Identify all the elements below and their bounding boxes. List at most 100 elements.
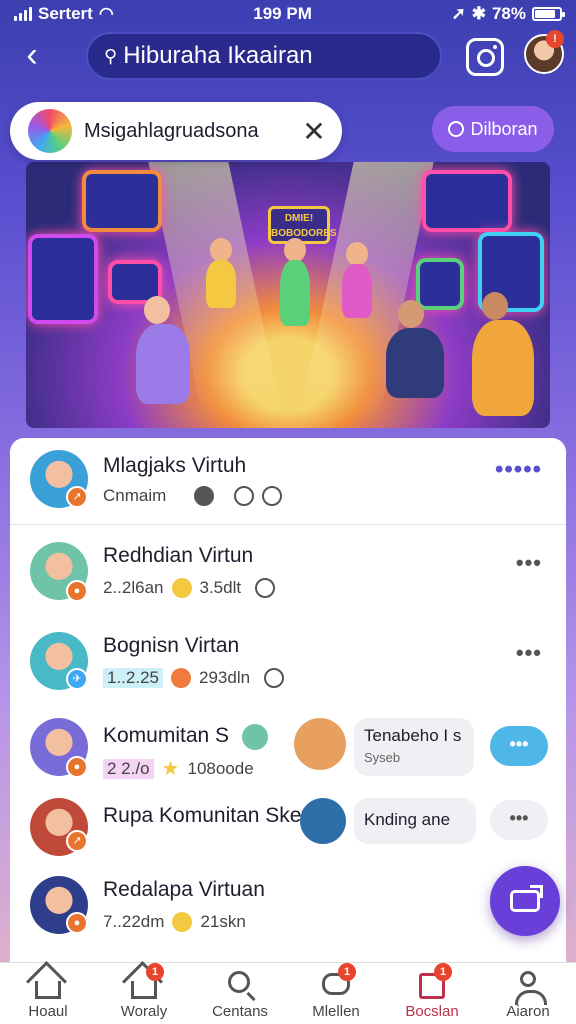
more-menu[interactable]: •••	[516, 640, 542, 666]
nav-label: Aiaron	[506, 1003, 550, 1020]
header: ‹ ⚲ !	[0, 30, 576, 84]
emoji-icon	[171, 578, 192, 598]
more-button[interactable]: •••	[490, 726, 548, 766]
book-icon: 1	[414, 963, 452, 1001]
more-menu[interactable]: •••	[516, 550, 542, 576]
carrier-label: Sertert	[38, 4, 93, 23]
row-title: Redalapa Virtuan	[103, 878, 265, 901]
person-head	[144, 296, 170, 324]
dancer	[280, 260, 310, 326]
search-bar[interactable]: ⚲	[86, 32, 442, 80]
bubble-title: Knding ane	[364, 810, 451, 829]
avatar-badge: ●	[66, 756, 88, 778]
person	[472, 320, 534, 416]
dancer-head	[284, 238, 306, 262]
person-head	[482, 292, 508, 320]
avatar-badge: ●	[66, 580, 88, 602]
bubble-title: Tenabeho I s	[364, 726, 462, 745]
star-icon: ★	[161, 758, 180, 780]
neon-screen	[416, 258, 464, 310]
video-icon	[510, 885, 543, 912]
nav-search[interactable]: Centans	[192, 963, 288, 1024]
nav-label: Mlellen	[312, 1003, 360, 1020]
notification-badge: !	[546, 30, 564, 48]
info-icon	[264, 668, 285, 688]
row-title: Redhdian Virtun	[103, 544, 254, 567]
dancer-head	[210, 238, 232, 262]
avatar-badge: ↗	[66, 486, 88, 508]
nav-profile[interactable]: Aiaron	[480, 963, 576, 1024]
discover-button[interactable]: Dilboran	[432, 106, 554, 152]
bluetooth-icon: ✱	[471, 4, 486, 23]
neon-screen	[422, 170, 512, 232]
group-icon	[242, 724, 268, 750]
avatar-badge: ✈	[66, 668, 88, 690]
row-title: Rupa Komunitan Sket	[103, 804, 308, 827]
person	[386, 328, 444, 398]
meta-count: 21skn	[200, 912, 246, 931]
search-icon: ⚲	[104, 45, 118, 66]
hero-banner[interactable]: DMIE! BOBODORES	[26, 162, 550, 428]
wifi-icon: ◠	[98, 4, 114, 23]
community-chip[interactable]: Msigahlagruadsona ✕	[10, 102, 342, 160]
nav-label: Bocslan	[405, 1003, 459, 1020]
message-bubble[interactable]: Tenabeho I s Syseb	[354, 718, 474, 776]
dancer	[206, 260, 236, 308]
chip-label: Msigahlagruadsona	[84, 119, 259, 142]
row-meta: 2..2l6an 3.5dlt	[103, 578, 276, 598]
meta-count: 293dln	[199, 668, 251, 687]
neon-screen	[82, 170, 162, 232]
clock: 199 PM	[253, 4, 312, 23]
nav-badge: 1	[338, 963, 356, 981]
nav-label: Centans	[212, 1003, 268, 1020]
meta-count: 3.5dlt	[199, 578, 242, 597]
meta-members: 1..2.25	[103, 668, 163, 688]
dancer-head	[346, 242, 368, 266]
meta-members: 7..22dm	[103, 912, 165, 931]
search-small-icon	[448, 121, 465, 137]
tag-icon	[194, 486, 215, 506]
nav-world[interactable]: 1 Woraly	[96, 963, 192, 1024]
search-icon	[222, 969, 258, 1001]
camera-icon[interactable]	[466, 38, 504, 76]
nav-badge: 1	[434, 963, 452, 981]
message-bubble[interactable]: Knding ane	[354, 798, 476, 844]
row-title: Bognisn Virtan	[103, 634, 240, 657]
bottom-nav: Hoaul 1 Woraly Centans 1 Mlellen 1 Bocsl…	[0, 962, 576, 1024]
community-logo-icon	[28, 109, 72, 153]
create-button[interactable]	[490, 866, 560, 936]
nav-home[interactable]: Hoaul	[0, 963, 96, 1024]
nav-messages[interactable]: 1 Mlellen	[288, 963, 384, 1024]
nav-badge: 1	[146, 963, 164, 981]
row-meta: 1..2.25 293dln	[103, 668, 285, 688]
location-icon: ➚	[451, 4, 466, 23]
nav-label: Woraly	[120, 1003, 168, 1020]
house-icon: 1	[126, 963, 164, 1001]
person	[136, 324, 190, 404]
bubble-subtitle: Syseb	[364, 750, 401, 765]
member-avatar[interactable]	[294, 718, 346, 770]
more-menu[interactable]: •••••	[495, 456, 542, 484]
battery-label: 78%	[491, 4, 526, 23]
info-icon	[262, 486, 283, 506]
signal-icon	[14, 7, 32, 21]
person-icon	[510, 969, 547, 1005]
avatar-badge: ↗	[66, 830, 88, 852]
close-icon[interactable]: ✕	[300, 115, 328, 148]
row-title: Mlagjaks Virtuh	[103, 454, 247, 477]
meta-members: 2 2./o	[103, 758, 154, 779]
neon-screen	[28, 234, 98, 324]
status-right: ➚ ✱ 78%	[451, 4, 565, 24]
avatar-badge: ●	[66, 912, 88, 934]
meta-members: 2..2l6an	[103, 578, 164, 597]
person-head	[398, 300, 424, 328]
status-bar: Sertert ◠ 199 PM ➚ ✱ 78%	[0, 0, 576, 28]
search-input[interactable]	[123, 42, 424, 70]
more-button[interactable]: •••	[490, 800, 548, 840]
meta-count: 108oode	[187, 758, 254, 778]
pin-icon	[171, 668, 191, 688]
member-avatar[interactable]	[300, 798, 346, 844]
back-button[interactable]: ‹	[14, 38, 50, 74]
home-icon	[30, 969, 66, 1001]
nav-library[interactable]: 1 Bocslan	[384, 963, 480, 1024]
